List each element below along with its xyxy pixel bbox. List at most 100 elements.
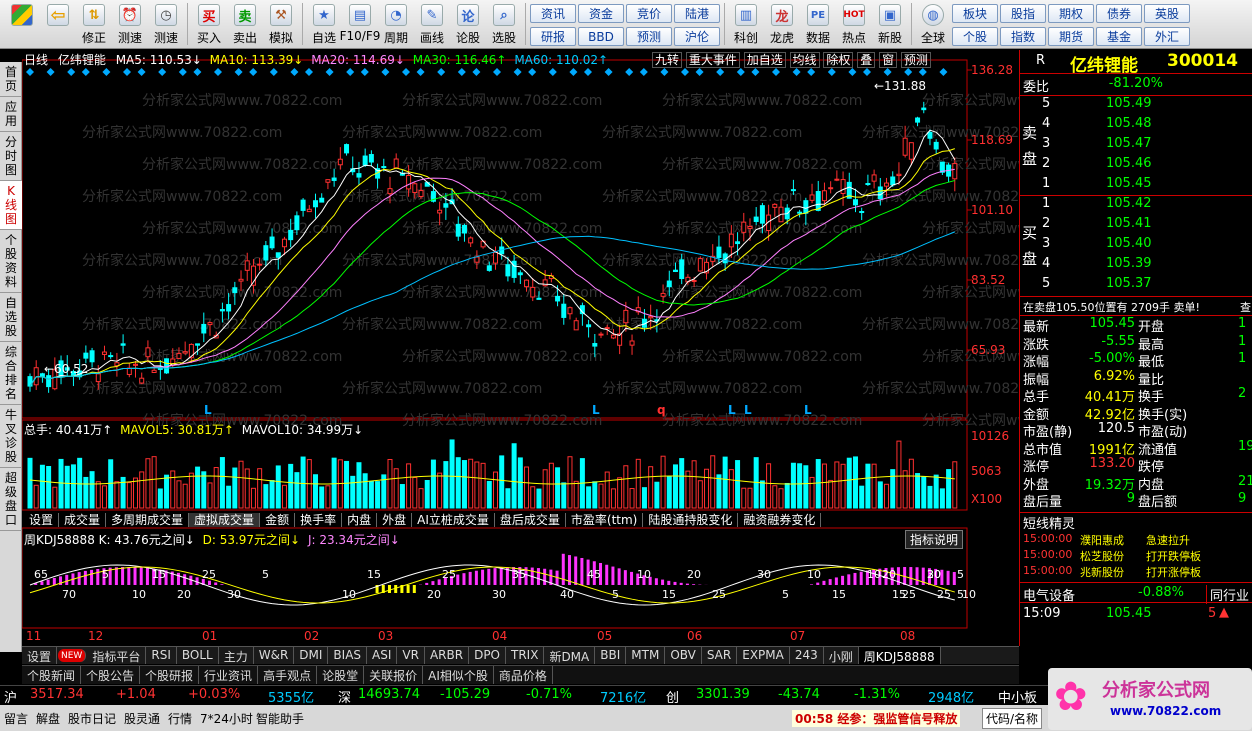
sh-value[interactable]: 3517.34 — [30, 687, 84, 702]
cy-value[interactable]: 3301.39 — [696, 687, 750, 702]
index-futures-button[interactable]: 股指 — [1000, 4, 1046, 23]
indicator-tab[interactable]: 市盈率(ttm) — [565, 513, 644, 527]
big-order-notice[interactable]: 在卖盘105.50位置有 2709手 卖单! 查 — [1020, 296, 1252, 316]
bottom-tab[interactable]: 小刚 — [824, 647, 859, 664]
bottom-tab[interactable]: SAR — [702, 647, 738, 664]
buy-level-row[interactable]: 1 105.42 — [1020, 196, 1252, 216]
sell-level-row[interactable]: 3 105.47 — [1020, 136, 1252, 156]
footer-news-ticker[interactable]: 00:58 经参：强监管信号释放 — [792, 710, 961, 727]
bottom-tab[interactable]: RSI — [146, 647, 177, 664]
footer-assistant[interactable]: 智能助手 — [256, 710, 304, 727]
bottom-tab[interactable]: DPO — [469, 647, 506, 664]
bottom-tab[interactable]: OBV — [665, 647, 702, 664]
kline-chart-svg[interactable]: 分析家公式网www.70822.com 分析家公式网www.70822.com 分析… — [22, 50, 1019, 646]
sell-level-row[interactable]: 5 105.49 — [1020, 96, 1252, 116]
toolbar-alarm-button[interactable]: ⏰ 测速 — [112, 0, 148, 49]
toolbar-period-button[interactable]: ◔ 周期 — [378, 0, 414, 49]
toolbar-draw-button[interactable]: ✎ 画线 — [414, 0, 450, 49]
news-tab[interactable]: 个股新闻 — [22, 666, 82, 684]
news-tab[interactable]: 行业资讯 — [199, 666, 259, 684]
toolbar-grid-button[interactable] — [4, 0, 40, 49]
bottom-tab[interactable]: 周KDJ58888 — [858, 647, 941, 664]
news-tab[interactable]: 论股堂 — [317, 666, 365, 684]
tab-ranking[interactable]: 综合排名 — [0, 342, 22, 405]
sell-level-row[interactable]: 4 105.48 — [1020, 116, 1252, 136]
indicator-tab[interactable]: 金额 — [260, 513, 296, 527]
toolbar-data-button[interactable]: PE 数据 — [800, 0, 836, 49]
tab-stock-profile[interactable]: 个股资料 — [0, 230, 22, 293]
footer-diary[interactable]: 股市日记 — [68, 710, 116, 727]
forecast-button[interactable]: 预测 — [626, 27, 672, 46]
footer-247[interactable]: 7*24小时 — [200, 710, 253, 727]
sector-row[interactable]: 电气设备 -0.88% 同行业 — [1020, 582, 1252, 604]
toolbar-screen-button[interactable]: ⌕ 选股 — [486, 0, 522, 49]
tab-home[interactable]: 首页 — [0, 62, 22, 97]
indicator-tab[interactable]: 融资融券变化 — [738, 513, 822, 527]
tool-exright[interactable]: 除权 — [823, 52, 854, 68]
buy-level-row[interactable]: 5 105.37 — [1020, 276, 1252, 296]
toolbar-speed-button[interactable]: ◷ 测速 — [148, 0, 184, 49]
news-tab[interactable]: AI相似个股 — [423, 666, 494, 684]
bottom-tab[interactable]: 指标平台 — [87, 647, 147, 664]
tab-super-panel[interactable]: 超级盘口 — [0, 468, 22, 531]
toolbar-watchlist-button[interactable]: ★ 自选 — [306, 0, 342, 49]
bottom-tab[interactable]: ARBR — [425, 647, 470, 664]
short-line-item[interactable]: 15:00:00 兆新股份 打开涨停板 — [1020, 564, 1252, 584]
code-search-input[interactable]: 代码/名称 — [982, 708, 1042, 729]
bottom-tab[interactable]: TRIX — [506, 647, 545, 664]
auction-button[interactable]: 竞价 — [626, 4, 672, 23]
toolbar-global-button[interactable]: ◍ 全球 — [915, 0, 951, 49]
indicator-tab[interactable]: 内盘 — [342, 513, 378, 527]
indicator-tab[interactable]: 陆股通持股变化 — [643, 513, 739, 527]
sell-level-row[interactable]: 1 105.45 — [1020, 176, 1252, 196]
buy-level-row[interactable]: 4 105.39 — [1020, 256, 1252, 276]
footer-stock-link[interactable]: 股灵通 — [124, 710, 160, 727]
toolbar-dragon-button[interactable]: 龙龙虎 — [764, 0, 800, 49]
toolbar-new-stock-button[interactable]: ▣ 新股 — [872, 0, 908, 49]
indicator-tab[interactable]: 外盘 — [377, 513, 413, 527]
toolbar-f10-button[interactable]: ▤ F10/F9 — [340, 0, 380, 49]
indicator-tab[interactable]: 成交量 — [59, 513, 107, 527]
toolbar-fix-button[interactable]: ⇅ 修正 — [76, 0, 112, 49]
zx-label[interactable]: 中小板 — [998, 687, 1037, 706]
research-button[interactable]: 研报 — [530, 27, 576, 46]
tab-kline[interactable]: K线图 — [0, 181, 22, 230]
stock-button[interactable]: 个股 — [952, 27, 998, 46]
tab-watchlist[interactable]: 自选股 — [0, 293, 22, 342]
toolbar-forum-button[interactable]: 论论股 — [450, 0, 486, 49]
short-line-title[interactable]: 短线精灵 — [1020, 512, 1252, 532]
indicator-tab[interactable]: 盘后成交量 — [494, 513, 566, 527]
indicator-tab[interactable]: 设置 — [24, 513, 60, 527]
news-tab[interactable]: 个股研报 — [140, 666, 200, 684]
news-tab[interactable]: 高手观点 — [258, 666, 318, 684]
uk-stock-button[interactable]: 英股 — [1144, 4, 1190, 23]
fund-button[interactable]: 资金 — [578, 4, 624, 23]
options-button[interactable]: 期权 — [1048, 4, 1094, 23]
bottom-tab[interactable]: W&R — [254, 647, 295, 664]
connect-button[interactable]: 陆港 — [674, 4, 720, 23]
bottom-tab[interactable]: 主力 — [219, 647, 254, 664]
bottom-tab[interactable]: 设置 — [22, 647, 58, 664]
toolbar-simulate-button[interactable]: ⚒ 模拟 — [263, 0, 299, 49]
toolbar-sell-button[interactable]: 卖卖出 — [227, 0, 263, 49]
futures-button[interactable]: 期货 — [1048, 27, 1094, 46]
bottom-tab[interactable]: DMI — [294, 647, 329, 664]
news-button[interactable]: 资讯 — [530, 4, 576, 23]
toolbar-buy-button[interactable]: 买买入 — [191, 0, 227, 49]
footer-analysis[interactable]: 解盘 — [36, 710, 60, 727]
indicator-help-button[interactable]: 指标说明 — [905, 530, 964, 549]
tool-overlay[interactable]: 叠 — [857, 52, 876, 68]
news-tab[interactable]: 商品价格 — [494, 666, 553, 684]
bottom-tab[interactable]: BOLL — [177, 647, 219, 664]
bottom-tab[interactable]: EXPMA — [737, 647, 790, 664]
sector-button[interactable]: 板块 — [952, 4, 998, 23]
bottom-tab[interactable]: VR — [397, 647, 425, 664]
sell-level-row[interactable]: 2 105.46 — [1020, 156, 1252, 176]
buy-level-row[interactable]: 2 105.41 — [1020, 216, 1252, 236]
footer-market[interactable]: 行情 — [168, 710, 192, 727]
bottom-tab[interactable]: ASI — [367, 647, 398, 664]
tool-ma[interactable]: 均线 — [789, 52, 820, 68]
sz-value[interactable]: 14693.74 — [358, 687, 420, 702]
tool-nine-turn[interactable]: 九转 — [652, 52, 683, 68]
index-button[interactable]: 指数 — [1000, 27, 1046, 46]
